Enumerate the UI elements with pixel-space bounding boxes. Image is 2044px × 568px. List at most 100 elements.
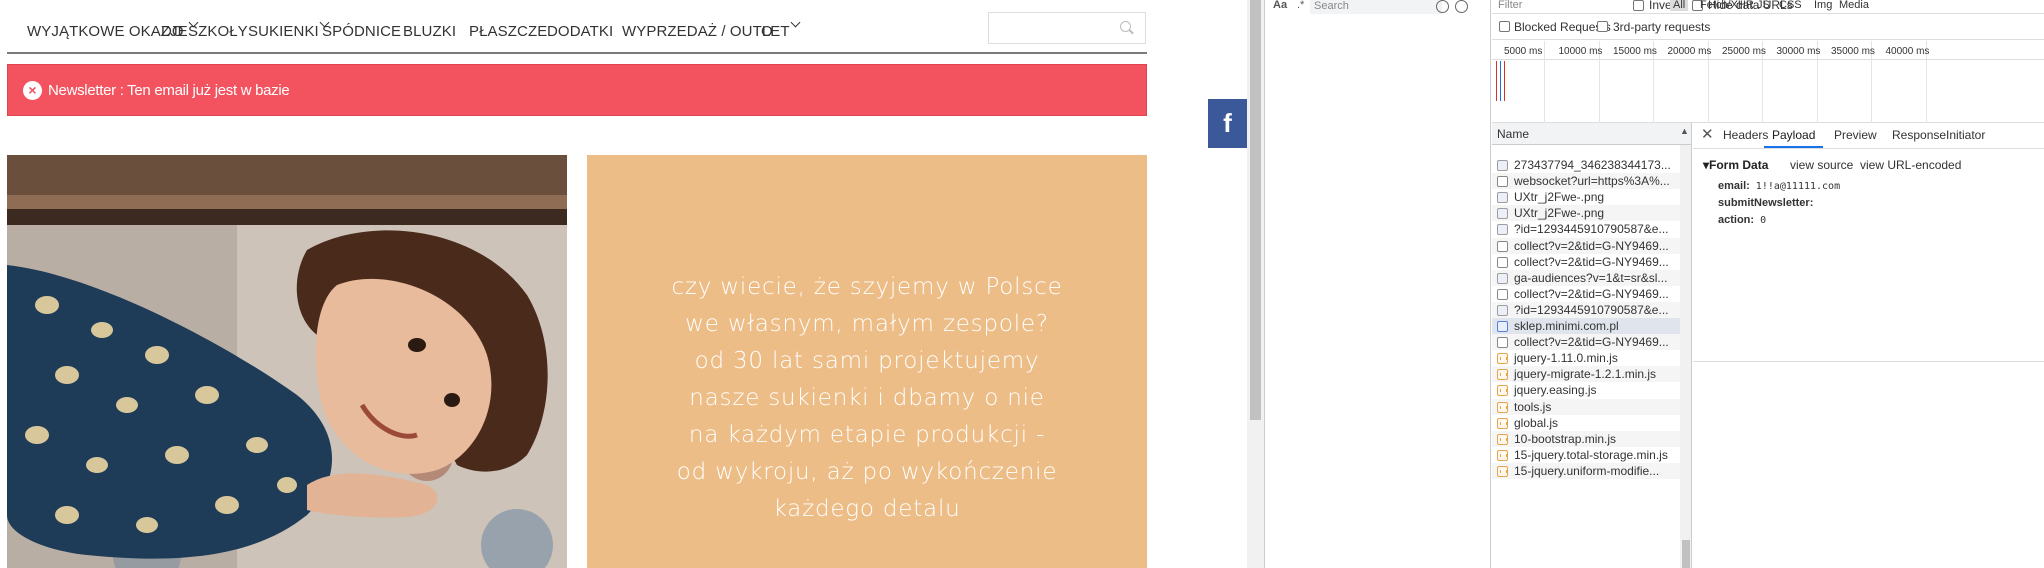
- name-column-header[interactable]: Name: [1497, 127, 1529, 141]
- request-list-header[interactable]: Name ▲: [1492, 123, 1691, 145]
- tab-response[interactable]: Response: [1892, 128, 1946, 142]
- timeline-tick-label: 25000 ms: [1722, 46, 1766, 57]
- type-filter-img[interactable]: Img: [1814, 0, 1832, 11]
- main-nav: WYJĄTKOWE OKAZJE DO SZKOŁY SUKIENKI SPÓDNIC…: [7, 12, 1147, 54]
- request-img-icon: [1497, 208, 1508, 220]
- page-scrollbar[interactable]: [1247, 0, 1264, 568]
- search-icon[interactable]: [1120, 21, 1131, 32]
- form-data-toggle[interactable]: ▾Form Data: [1703, 158, 1768, 172]
- third-party-checkbox[interactable]: [1597, 21, 1608, 32]
- nav-item[interactable]: SPÓDNICE: [322, 23, 401, 40]
- request-row[interactable]: ga-audiences?v=1&t=sr&sl...: [1492, 269, 1680, 286]
- request-name: ?id=1293445910790587&e...: [1514, 302, 1669, 317]
- clear-icon[interactable]: [1455, 0, 1468, 13]
- view-url-encoded-link[interactable]: view URL-encoded: [1860, 158, 1961, 172]
- promo-text-line: od 30 lat sami projektujemy: [694, 348, 1040, 374]
- request-row[interactable]: collect?v=2&tid=G-NY9469...: [1492, 286, 1680, 302]
- timeline-gridline: [1544, 41, 1545, 123]
- request-row[interactable]: 15-jquery.uniform-modifie...: [1492, 462, 1680, 479]
- request-other-icon: [1497, 176, 1508, 188]
- request-row[interactable]: global.js: [1492, 415, 1680, 431]
- request-row[interactable]: ?id=1293445910790587&e...: [1492, 301, 1680, 318]
- tab-headers[interactable]: Headers: [1723, 128, 1768, 142]
- request-row[interactable]: ?id=1293445910790587&e...: [1492, 221, 1680, 237]
- match-case-button[interactable]: Aa: [1273, 0, 1287, 11]
- request-list-scrollbar-thumb[interactable]: [1682, 540, 1690, 568]
- invert-checkbox[interactable]: [1633, 0, 1644, 11]
- request-row[interactable]: websocket?url=https%3A%...: [1492, 173, 1680, 190]
- detail-tabs: ✕ Headers Payload Preview Response Initiator: [1693, 123, 2044, 149]
- request-img-icon: [1497, 272, 1508, 284]
- third-party-label: 3rd-party requests: [1613, 20, 1711, 34]
- request-name: ?id=1293445910790587&e...: [1514, 222, 1669, 237]
- promo-text-line: na każdym etapie produkcji -: [688, 422, 1046, 448]
- website-pane: WYJĄTKOWE OKAZJE DO SZKOŁY SUKIENKI SPÓDNIC…: [0, 0, 1247, 568]
- type-filter-fetchxhr[interactable]: Fetch/XHR: [1700, 0, 1754, 11]
- request-row[interactable]: jquery.easing.js: [1492, 382, 1680, 398]
- request-row[interactable]: 273437794_346238344173...: [1492, 157, 1680, 173]
- request-name: 10-bootstrap.min.js: [1514, 431, 1617, 446]
- sort-arrow-icon: ▲: [1680, 126, 1689, 136]
- refresh-icon[interactable]: [1436, 0, 1449, 13]
- facebook-icon[interactable]: f: [1208, 99, 1247, 148]
- promo-text-line: każdego detalu: [773, 496, 961, 522]
- close-circle-icon[interactable]: ×: [23, 81, 42, 100]
- newsletter-alert: × Newsletter : Ten email już jest w bazi…: [7, 64, 1147, 116]
- close-icon[interactable]: ✕: [1701, 125, 1714, 143]
- type-filter-media[interactable]: Media: [1839, 0, 1869, 11]
- form-field-key: submitNewsletter:: [1718, 197, 1814, 209]
- nav-item[interactable]: DODATKI: [547, 23, 613, 40]
- request-name: 15-jquery.uniform-modifie...: [1514, 463, 1660, 478]
- type-filter-all[interactable]: All: [1670, 0, 1689, 11]
- request-name: 273437794_346238344173...: [1514, 158, 1671, 172]
- blocked-requests-checkbox[interactable]: [1499, 21, 1510, 32]
- request-name: global.js: [1514, 415, 1559, 430]
- timeline-tick-label: 35000 ms: [1831, 46, 1875, 57]
- request-js-icon: [1497, 449, 1508, 461]
- regex-button[interactable]: .*: [1297, 0, 1304, 11]
- request-row[interactable]: sklep.minimi.com.pl: [1492, 318, 1680, 334]
- tab-payload[interactable]: Payload: [1772, 128, 1815, 142]
- view-source-link[interactable]: view source: [1790, 158, 1853, 172]
- dom-content-marker: [1500, 61, 1501, 101]
- request-row[interactable]: collect?v=2&tid=G-NY9469...: [1492, 334, 1680, 351]
- nav-item[interactable]: BLUZKI: [403, 23, 456, 40]
- request-row[interactable]: UXtr_j2Fwe-.png: [1492, 189, 1680, 205]
- request-name: jquery-1.11.0.min.js: [1514, 351, 1618, 366]
- page-scrollbar-thumb[interactable]: [1250, 0, 1261, 420]
- request-row[interactable]: jquery-1.11.0.min.js: [1492, 350, 1680, 366]
- tab-preview[interactable]: Preview: [1834, 128, 1877, 142]
- request-row[interactable]: collect?v=2&tid=G-NY9469...: [1492, 237, 1680, 254]
- type-filter-js[interactable]: JS: [1757, 0, 1770, 11]
- request-list-scrollbar[interactable]: [1680, 145, 1691, 568]
- child-photo[interactable]: [7, 155, 567, 568]
- nav-item[interactable]: SUKIENKI: [248, 23, 319, 40]
- network-timeline[interactable]: 5000 ms 10000 ms 15000 ms 20000 ms 25000 ms 3…: [1492, 41, 2044, 123]
- request-row[interactable]: 15-jquery.total-storage.min.js: [1492, 447, 1680, 463]
- type-filter-css[interactable]: CSS: [1779, 0, 1802, 11]
- nav-item[interactable]: O: [761, 23, 773, 40]
- promo-text-line: czy wiecie, że szyjemy w Polsce: [671, 274, 1063, 300]
- tab-initiator[interactable]: Initiator: [1946, 128, 1985, 142]
- request-row[interactable]: collect?v=2&tid=G-NY9469...: [1492, 254, 1680, 270]
- child-photo-illustration: [7, 155, 567, 568]
- nav-item[interactable]: DO SZKOŁY: [161, 23, 248, 40]
- request-row[interactable]: tools.js: [1492, 398, 1680, 415]
- request-other-icon: [1497, 256, 1508, 268]
- request-name: jquery.easing.js: [1514, 383, 1597, 398]
- timeline-tick-label: 30000 ms: [1776, 46, 1821, 57]
- request-name: collect?v=2&tid=G-NY9469...: [1514, 254, 1669, 269]
- request-name: ga-audiences?v=1&t=sr&sl...: [1514, 270, 1668, 285]
- request-js-icon: [1497, 369, 1508, 381]
- request-row[interactable]: UXtr_j2Fwe-.png: [1492, 205, 1680, 222]
- request-name: 15-jquery.total-storage.min.js: [1514, 447, 1668, 462]
- site-search-input[interactable]: [993, 17, 1113, 39]
- filter-input[interactable]: Filter: [1498, 0, 1522, 11]
- request-row[interactable]: 10-bootstrap.min.js: [1492, 430, 1680, 447]
- devtools-panel: Aa .* Search Filter Invert Hide data URL…: [1264, 0, 2044, 568]
- request-row[interactable]: jquery-migrate-1.2.1.min.js: [1492, 366, 1680, 383]
- request-name: UXtr_j2Fwe-.png: [1514, 190, 1605, 205]
- request-doc-icon: [1497, 321, 1508, 332]
- search-input[interactable]: Search: [1310, 0, 1442, 14]
- nav-item[interactable]: PŁASZCZE: [469, 23, 547, 40]
